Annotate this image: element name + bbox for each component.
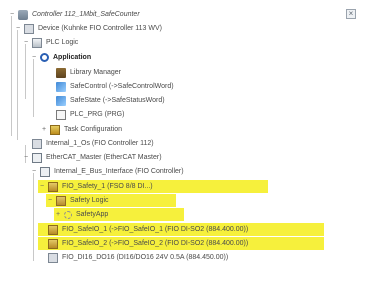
tree-item[interactable]: Internal_1_Os (FIO Controller 112) bbox=[22, 137, 232, 150]
tree-item[interactable]: − FIO_Safety_1 (FSO 8/8 DI...) bbox=[38, 180, 268, 193]
tree-guide-line bbox=[33, 173, 34, 261]
fso-icon bbox=[48, 181, 58, 192]
collapse-icon[interactable]: − bbox=[38, 183, 46, 190]
device-icon bbox=[32, 138, 42, 149]
tree-item[interactable]: + Task Configuration bbox=[40, 123, 200, 136]
tree-item[interactable]: − EtherCAT_Master (EtherCAT Master) bbox=[22, 151, 232, 164]
tree-item-label: SafeState (->SafeStatusWord) bbox=[70, 97, 165, 104]
tree-item-label: FIO_SafeIO_1 (->FIO_SafeIO_1 (FIO DI-SO2… bbox=[62, 226, 249, 233]
plc-logic-icon bbox=[32, 37, 42, 48]
close-icon[interactable]: × bbox=[346, 9, 356, 19]
tree-item[interactable]: SafeControl (->SafeControlWord) bbox=[46, 80, 226, 93]
fso-icon bbox=[48, 238, 58, 249]
tree-item-label: FIO_SafeIO_2 (->FIO_SafeIO_2 (FIO DI-SO2… bbox=[62, 240, 249, 247]
tree-item-label: EtherCAT_Master (EtherCAT Master) bbox=[46, 154, 162, 161]
application-icon bbox=[40, 53, 49, 62]
tree-item[interactable]: − Internal_E_Bus_Interface (FIO Controlle… bbox=[30, 165, 260, 178]
logic-icon bbox=[56, 195, 66, 206]
network-icon bbox=[32, 152, 42, 163]
tree-item-label: Controller 112_1Mbit_SafeCounter bbox=[32, 11, 140, 18]
tree-item-label: SafetyApp bbox=[76, 211, 109, 218]
collapse-icon[interactable]: − bbox=[14, 25, 22, 32]
tree-item[interactable]: PLC_PRG (PRG) bbox=[46, 108, 186, 121]
collapse-icon[interactable]: − bbox=[8, 11, 16, 18]
tree-item[interactable]: SafeState (->SafeStatusWord) bbox=[46, 94, 226, 107]
tree-item[interactable]: − Application bbox=[30, 51, 150, 64]
tree-item[interactable]: − Device (Kuhnke FIO Controller 113 WV) bbox=[14, 22, 224, 35]
library-icon bbox=[56, 67, 66, 78]
tree-item[interactable]: − PLC Logic bbox=[22, 36, 142, 49]
collapse-icon[interactable]: − bbox=[30, 168, 38, 175]
project-icon bbox=[18, 9, 28, 20]
tree-guide-line bbox=[17, 30, 18, 140]
tree-item[interactable]: FIO_SafeIO_2 (->FIO_SafeIO_2 (FIO DI-SO2… bbox=[38, 237, 324, 250]
collapse-icon[interactable]: − bbox=[22, 154, 30, 161]
tree-item-label: PLC_PRG (PRG) bbox=[70, 111, 125, 118]
tree-item-label: Task Configuration bbox=[64, 126, 122, 133]
tree-guide-line bbox=[11, 16, 12, 136]
tree-item[interactable]: − Safety Logic bbox=[46, 194, 176, 207]
tree-item-label: FIO_DI16_DO16 (DI16/DO16 24V 0.5A (884.4… bbox=[62, 254, 229, 261]
device-icon bbox=[24, 23, 34, 34]
expand-icon[interactable]: + bbox=[40, 126, 48, 133]
network-icon bbox=[40, 166, 50, 177]
tree-item[interactable]: Library Manager bbox=[46, 66, 186, 79]
task-icon bbox=[50, 124, 60, 135]
collapse-icon[interactable]: − bbox=[46, 197, 54, 204]
dots-icon bbox=[64, 210, 72, 219]
tree-item-label: Safety Logic bbox=[70, 197, 109, 204]
collapse-icon[interactable]: − bbox=[30, 54, 38, 61]
tree-item[interactable]: − Controller 112_1Mbit_SafeCounter bbox=[8, 8, 168, 21]
collapse-icon[interactable]: − bbox=[22, 39, 30, 46]
tree-item[interactable]: FIO_DI16_DO16 (DI16/DO16 24V 0.5A (884.4… bbox=[38, 251, 324, 264]
tree-item-label: Internal_E_Bus_Interface (FIO Controller… bbox=[54, 168, 184, 175]
tree-item-label: Library Manager bbox=[70, 69, 121, 76]
tree-item-label: FIO_Safety_1 (FSO 8/8 DI...) bbox=[62, 183, 153, 190]
tree-guide-line bbox=[33, 59, 34, 117]
tree-guide-line bbox=[25, 44, 26, 99]
safe-icon bbox=[56, 81, 66, 92]
tree-item-label: Application bbox=[53, 54, 92, 61]
tree-item-label: Internal_1_Os (FIO Controller 112) bbox=[46, 140, 154, 147]
tree-item[interactable]: + SafetyApp bbox=[54, 208, 184, 221]
tree-item-label: Device (Kuhnke FIO Controller 113 WV) bbox=[38, 25, 162, 32]
fso-icon bbox=[48, 224, 58, 235]
tree-item-label: SafeControl (->SafeControlWord) bbox=[70, 83, 174, 90]
tree-item-label: PLC Logic bbox=[46, 39, 79, 46]
device-tree-panel: × − Controller 112_1Mbit_SafeCounter − Devi… bbox=[0, 0, 370, 297]
tree-item[interactable]: FIO_SafeIO_1 (->FIO_SafeIO_1 (FIO DI-SO2… bbox=[38, 223, 324, 236]
safe-icon bbox=[56, 95, 66, 106]
document-icon bbox=[56, 109, 66, 120]
expand-icon[interactable]: + bbox=[54, 211, 62, 218]
device-icon bbox=[48, 252, 58, 263]
